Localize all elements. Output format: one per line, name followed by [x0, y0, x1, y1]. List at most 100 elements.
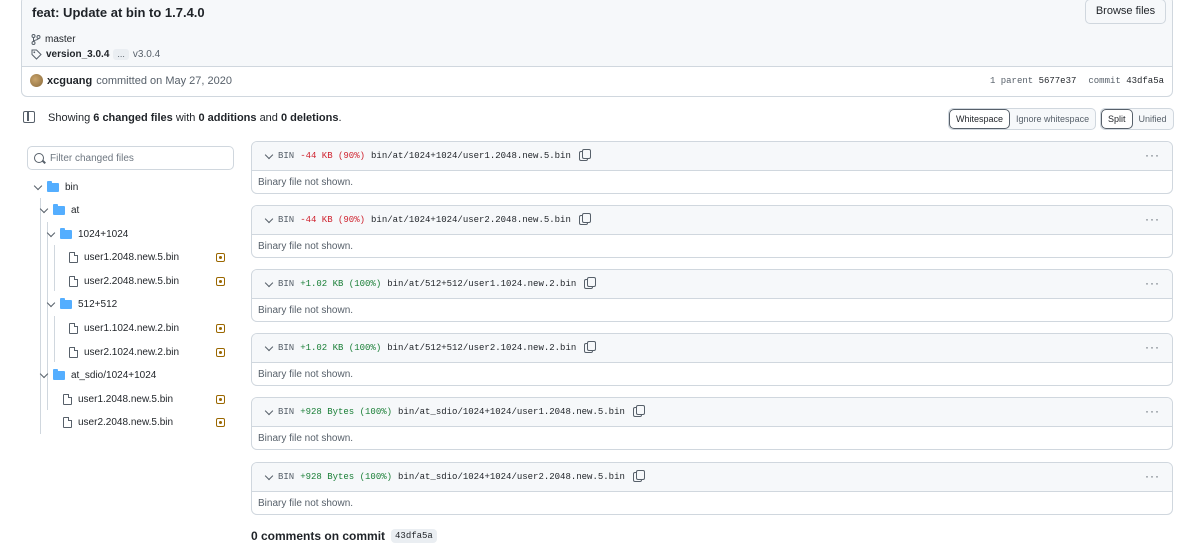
- copy-icon[interactable]: [632, 405, 645, 417]
- file-kind: BIN: [278, 472, 295, 482]
- tree-item-label: user2.1024.new.2.bin: [84, 346, 180, 358]
- tree-folder-at[interactable]: at: [39, 199, 80, 221]
- tree-folder-bin[interactable]: bin: [33, 176, 78, 198]
- tree-guide: [54, 245, 55, 291]
- avatar[interactable]: [30, 74, 43, 87]
- commit-sha-badge: 43dfa5a: [391, 529, 437, 543]
- size-change: -44 KB (90%): [300, 215, 366, 225]
- file-icon: [63, 416, 72, 428]
- kebab-horizontal-icon[interactable]: ···: [1145, 469, 1160, 483]
- folder-icon: [60, 227, 72, 239]
- folder-icon: [53, 368, 65, 380]
- file-diff-header: BIN +928 Bytes (100%) bin/at_sdio/1024+1…: [252, 398, 1172, 427]
- chevron-down-icon[interactable]: [264, 342, 274, 351]
- chevron-down-icon[interactable]: [264, 406, 274, 415]
- file-path-link[interactable]: bin/at/1024+1024/user1.2048.new.5.bin: [371, 151, 571, 161]
- tag-link-primary[interactable]: version_3.0.4: [46, 49, 109, 60]
- file-diff: BIN +928 Bytes (100%) bin/at_sdio/1024+1…: [251, 462, 1173, 515]
- chevron-down-icon[interactable]: [264, 214, 274, 223]
- kebab-horizontal-icon[interactable]: ···: [1145, 212, 1160, 226]
- chevron-down-icon[interactable]: [264, 471, 274, 480]
- view-toggle-group: Split Unified: [1100, 108, 1174, 130]
- tree-file[interactable]: user2.2048.new.5.bin: [69, 270, 179, 292]
- chevron-down-icon: [46, 298, 56, 307]
- tree-file[interactable]: user2.2048.new.5.bin: [63, 411, 173, 433]
- copy-icon[interactable]: [632, 470, 645, 482]
- tree-folder-1024[interactable]: 1024+1024: [46, 223, 128, 245]
- commit-title: feat: Update at bin to 1.7.4.0: [32, 5, 205, 20]
- chevron-down-icon: [46, 228, 56, 237]
- tree-guide: [40, 198, 41, 434]
- file-diff-header: BIN -44 KB (90%) bin/at/1024+1024/user2.…: [252, 206, 1172, 235]
- whitespace-button[interactable]: Whitespace: [949, 109, 1011, 129]
- author-info: xcguang committed on May 27, 2020: [30, 74, 232, 87]
- copy-icon[interactable]: [578, 213, 591, 225]
- file-diff-header: BIN +1.02 KB (100%) bin/at/512+512/user1…: [252, 270, 1172, 299]
- folder-icon: [60, 297, 72, 309]
- file-diff: BIN +928 Bytes (100%) bin/at_sdio/1024+1…: [251, 397, 1173, 450]
- file-icon: [69, 322, 78, 334]
- file-modified-icon: [216, 324, 225, 333]
- parent-label: 1 parent: [989, 76, 1034, 86]
- kebab-horizontal-icon[interactable]: ···: [1145, 148, 1160, 162]
- more-tags-button[interactable]: ...: [113, 49, 129, 60]
- filter-changed-files-input[interactable]: [50, 152, 220, 164]
- tree-file[interactable]: user1.2048.new.5.bin: [63, 388, 173, 410]
- tree-file[interactable]: user1.2048.new.5.bin: [69, 246, 179, 268]
- copy-icon[interactable]: [584, 277, 597, 289]
- chevron-down-icon[interactable]: [264, 278, 274, 287]
- folder-icon: [47, 180, 59, 192]
- file-kind: BIN: [278, 343, 295, 353]
- size-change: +928 Bytes (100%): [300, 407, 393, 417]
- committed-date: committed on May 27, 2020: [96, 74, 232, 87]
- split-view-button[interactable]: Split: [1101, 109, 1133, 129]
- parent-sha-link[interactable]: 5677e37: [1039, 76, 1077, 86]
- file-diff: BIN +1.02 KB (100%) bin/at/512+512/user1…: [251, 269, 1173, 322]
- tag-link-secondary[interactable]: v3.0.4: [133, 49, 160, 60]
- file-kind: BIN: [278, 215, 295, 225]
- file-path-link[interactable]: bin/at/512+512/user2.1024.new.2.bin: [387, 343, 576, 353]
- file-filter: [27, 146, 234, 170]
- commit-label: commit: [1088, 76, 1121, 86]
- browse-files-button[interactable]: Browse files: [1085, 0, 1166, 24]
- tree-file[interactable]: user2.1024.new.2.bin: [69, 341, 179, 363]
- folder-icon: [53, 203, 65, 215]
- kebab-horizontal-icon[interactable]: ···: [1145, 340, 1160, 354]
- file-path-link[interactable]: bin/at_sdio/1024+1024/user2.2048.new.5.b…: [398, 472, 625, 482]
- file-path-link[interactable]: bin/at/512+512/user1.1024.new.2.bin: [387, 279, 576, 289]
- file-icon: [63, 393, 72, 405]
- file-path-link[interactable]: bin/at/1024+1024/user2.2048.new.5.bin: [371, 215, 571, 225]
- file-icon: [69, 251, 78, 263]
- branch-link[interactable]: master: [45, 34, 76, 45]
- author-name[interactable]: xcguang: [47, 75, 92, 87]
- search-icon: [34, 153, 44, 163]
- tree-folder-at-sdio[interactable]: at_sdio/1024+1024: [39, 364, 156, 386]
- sidebar-toggle-icon[interactable]: [23, 111, 35, 123]
- size-change: -44 KB (90%): [300, 151, 366, 161]
- summary-period: .: [338, 112, 342, 124]
- file-path-link[interactable]: bin/at_sdio/1024+1024/user1.2048.new.5.b…: [398, 407, 625, 417]
- size-change: +1.02 KB (100%): [300, 279, 382, 289]
- tree-item-label: user1.2048.new.5.bin: [84, 251, 180, 263]
- ignore-whitespace-button[interactable]: Ignore whitespace: [1010, 109, 1095, 129]
- file-diff-header: BIN +1.02 KB (100%) bin/at/512+512/user2…: [252, 334, 1172, 363]
- unified-view-button[interactable]: Unified: [1133, 109, 1173, 129]
- copy-icon[interactable]: [584, 341, 597, 353]
- whitespace-toggle-group: Whitespace Ignore whitespace: [948, 108, 1097, 130]
- diff-body-text: Binary file not shown.: [258, 241, 354, 252]
- chevron-down-icon: [33, 181, 43, 190]
- tree-item-label: at: [71, 204, 80, 216]
- file-modified-icon: [216, 348, 225, 357]
- kebab-horizontal-icon[interactable]: ···: [1145, 276, 1160, 290]
- tree-item-label: user1.1024.new.2.bin: [84, 322, 180, 334]
- kebab-horizontal-icon[interactable]: ···: [1145, 404, 1160, 418]
- diff-body-text: Binary file not shown.: [258, 369, 354, 380]
- commit-title-area: feat: Update at bin to 1.7.4.0 Browse fi…: [22, 0, 1172, 67]
- file-kind: BIN: [278, 279, 295, 289]
- copy-icon[interactable]: [578, 149, 591, 161]
- tree-folder-512[interactable]: 512+512: [46, 293, 117, 315]
- chevron-down-icon[interactable]: [264, 150, 274, 159]
- file-modified-icon: [216, 418, 225, 427]
- tree-file[interactable]: user1.1024.new.2.bin: [69, 317, 179, 339]
- file-kind: BIN: [278, 151, 295, 161]
